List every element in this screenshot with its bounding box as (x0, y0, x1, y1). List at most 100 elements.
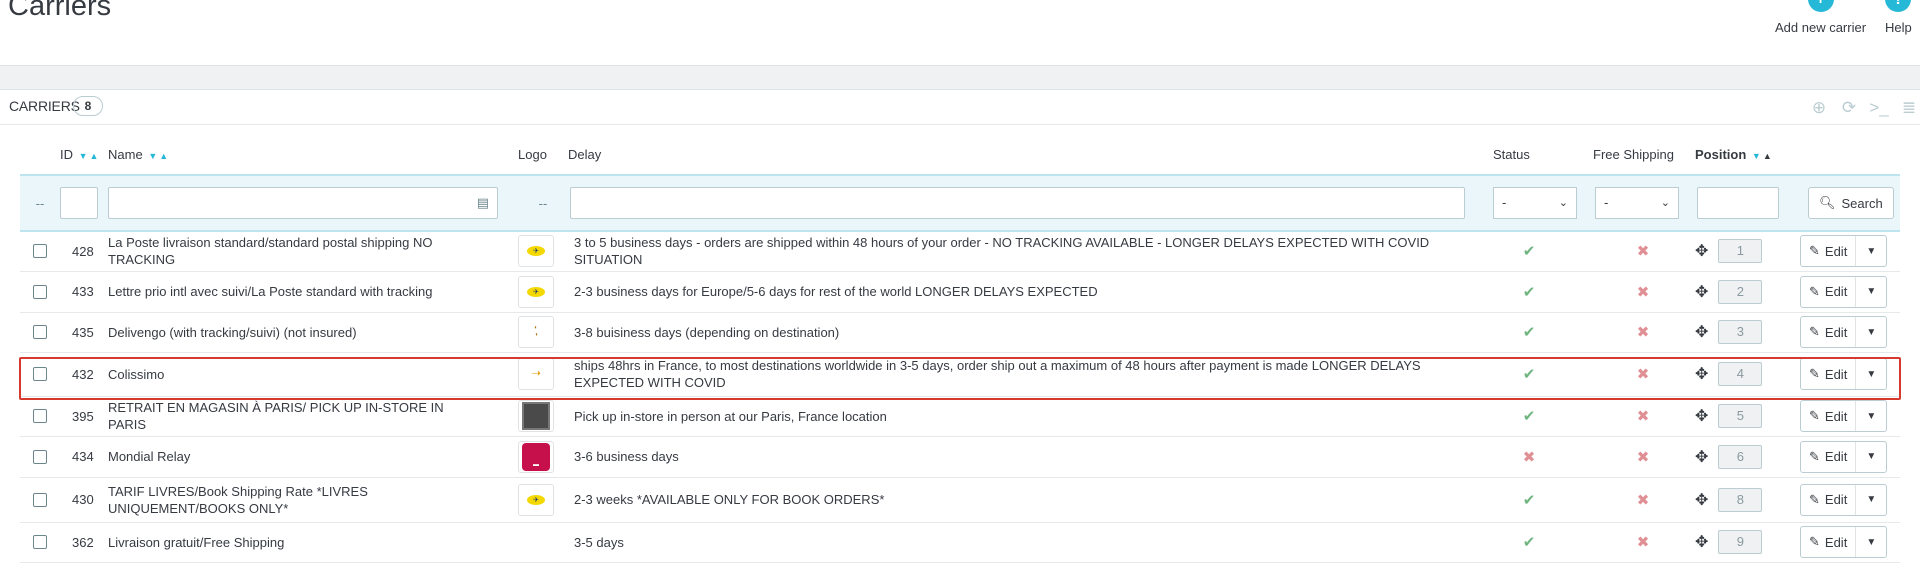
row-checkbox[interactable] (33, 244, 47, 259)
edit-button-group: ✎ Edit ▼ (1800, 483, 1888, 516)
edit-button[interactable]: ✎ Edit (1801, 441, 1857, 472)
caret-down-icon[interactable]: ▼ (1856, 485, 1886, 515)
table-row[interactable]: 428 La Poste livraison standard/standard … (20, 231, 1900, 272)
carrier-name: RETRAIT EN MAGASIN À PARIS/ PICK UP IN-S… (108, 400, 444, 432)
panel-title: CARRIERS (9, 98, 80, 114)
carriers-table: ID ▼ ▲ Name ▼ ▲ Logo Delay Status Free Shi… (20, 135, 1900, 563)
drag-move-icon[interactable]: ✥ (1695, 406, 1708, 426)
row-checkbox[interactable] (33, 325, 47, 339)
drag-move-icon[interactable]: ✥ (1695, 364, 1708, 384)
table-row[interactable]: 362 Livraison gratuit/Free Shipping 3-5 da… (20, 522, 1900, 563)
cross-icon[interactable]: ✖ (1499, 448, 1559, 466)
row-checkbox[interactable] (33, 492, 47, 507)
row-checkbox[interactable] (33, 535, 47, 549)
caret-down-icon[interactable]: ▼ (1856, 442, 1886, 472)
help-button[interactable]: ? Help (1885, 0, 1912, 35)
add-circle-icon[interactable]: ⊕ (1808, 97, 1830, 119)
carrier-delay: 3-5 days (574, 534, 624, 550)
mondial-relay-logo: ▬ (518, 440, 554, 473)
carrier-name: Lettre prio intl avec suivi/La Poste sta… (108, 284, 433, 299)
delivengo-logo: ◐ ◑ (518, 316, 554, 348)
sort-asc-icon[interactable]: ▲ (90, 151, 99, 161)
carrier-id: 433 (72, 284, 94, 299)
check-icon[interactable]: ✔ (1499, 365, 1559, 383)
drag-move-icon[interactable]: ✥ (1695, 241, 1708, 261)
carrier-id: 430 (72, 492, 94, 507)
sort-asc-icon[interactable]: ▲ (159, 151, 168, 161)
caret-down-icon[interactable]: ▼ (1856, 277, 1886, 307)
drag-move-icon[interactable]: ✥ (1695, 490, 1708, 510)
header-logo: Logo (518, 147, 547, 162)
cross-icon[interactable]: ✖ (1613, 323, 1673, 341)
sql-query-icon[interactable]: >_ (1868, 97, 1890, 119)
filter-row: -- ▤ -- - ⌄ - ⌄ 🔍︎ Search (20, 174, 1900, 232)
filter-delay-input[interactable] (570, 187, 1465, 219)
header-name: Name ▼ ▲ (108, 147, 169, 162)
pencil-icon: ✎ (1809, 283, 1820, 299)
pencil-icon: ✎ (1809, 448, 1820, 464)
sort-asc-icon[interactable]: ▲ (1763, 151, 1772, 161)
carrier-name: La Poste livraison standard/standard pos… (108, 235, 433, 268)
filter-id-input[interactable] (60, 187, 98, 219)
cross-icon[interactable]: ✖ (1613, 283, 1673, 301)
refresh-icon[interactable]: ⟳ (1838, 97, 1860, 119)
edit-button[interactable]: ✎ Edit (1801, 484, 1857, 515)
header-status: Status (1493, 147, 1530, 162)
caret-down-icon[interactable]: ▼ (1856, 236, 1886, 266)
cross-icon[interactable]: ✖ (1613, 533, 1673, 551)
caret-down-icon[interactable]: ▼ (1856, 527, 1886, 557)
carrier-id: 435 (72, 324, 94, 340)
table-row[interactable]: 435 Delivengo (with tracking/suivi) (not … (20, 312, 1900, 353)
row-checkbox[interactable] (33, 449, 47, 464)
check-icon[interactable]: ✔ (1499, 283, 1559, 301)
caret-down-icon[interactable]: ▼ (1856, 317, 1886, 347)
check-icon[interactable]: ✔ (1499, 242, 1559, 260)
check-icon[interactable]: ✔ (1499, 491, 1559, 509)
add-new-carrier-button[interactable]: + Add new carrier (1775, 0, 1866, 35)
edit-button[interactable]: ✎ Edit (1801, 236, 1857, 267)
check-icon[interactable]: ✔ (1499, 323, 1559, 341)
filter-free-shipping-select[interactable]: - ⌄ (1595, 187, 1679, 219)
table-row[interactable]: 430 TARIF LIVRES/Book Shipping Rate *LIVR… (20, 477, 1900, 523)
header-actions (1790, 135, 1900, 175)
table-row[interactable]: 434 Mondial Relay ▬ 3-6 business days ✖ ✖ ✥ 6 ✎ E… (20, 436, 1900, 478)
drag-move-icon[interactable]: ✥ (1695, 447, 1708, 467)
edit-button[interactable]: ✎ Edit (1801, 276, 1857, 307)
edit-button[interactable]: ✎ Edit (1801, 527, 1857, 557)
delivengo-mark-icon: ◐ ◑ (534, 325, 538, 338)
laposte-bird-icon: ✈ (527, 246, 545, 257)
sort-desc-icon[interactable]: ▼ (79, 151, 88, 161)
drag-move-icon[interactable]: ✥ (1695, 282, 1708, 302)
caret-down-icon[interactable]: ▼ (1856, 401, 1886, 431)
drag-move-icon[interactable]: ✥ (1695, 322, 1708, 342)
row-checkbox[interactable] (33, 409, 47, 423)
cross-icon[interactable]: ✖ (1613, 242, 1673, 260)
cross-icon[interactable]: ✖ (1613, 448, 1673, 466)
edit-button[interactable]: ✎ Edit (1801, 401, 1857, 431)
cross-icon[interactable]: ✖ (1613, 365, 1673, 383)
table-row[interactable]: 433 Lettre prio intl avec suivi/La Poste … (20, 271, 1900, 313)
filter-position-input[interactable] (1697, 187, 1779, 219)
pencil-icon: ✎ (1809, 491, 1820, 507)
database-icon[interactable]: ≣ (1898, 97, 1920, 119)
edit-button[interactable]: ✎ Edit (1801, 317, 1857, 347)
filter-name-input[interactable]: ▤ (108, 187, 498, 219)
drag-move-icon[interactable]: ✥ (1695, 532, 1708, 552)
table-row[interactable]: 395 RETRAIT EN MAGASIN À PARIS/ PICK UP I… (20, 396, 1900, 437)
cross-icon[interactable]: ✖ (1613, 491, 1673, 509)
filter-check-placeholder: -- (35, 195, 45, 211)
check-icon[interactable]: ✔ (1499, 407, 1559, 425)
edit-button[interactable]: ✎ Edit (1801, 359, 1857, 389)
sort-desc-icon[interactable]: ▼ (1752, 151, 1761, 161)
sort-desc-icon[interactable]: ▼ (148, 151, 157, 161)
colissimo-logo: ➝ (518, 358, 554, 390)
row-checkbox[interactable] (33, 367, 47, 381)
cross-icon[interactable]: ✖ (1613, 407, 1673, 425)
pencil-icon: ✎ (1809, 324, 1820, 339)
filter-status-select[interactable]: - ⌄ (1493, 187, 1577, 219)
search-button[interactable]: 🔍︎ Search (1808, 187, 1894, 219)
check-icon[interactable]: ✔ (1499, 533, 1559, 551)
caret-down-icon[interactable]: ▼ (1856, 359, 1886, 389)
table-row[interactable]: 432 Colissimo ➝ ships 48hrs in France, to m… (20, 352, 1900, 397)
row-checkbox[interactable] (33, 284, 47, 299)
